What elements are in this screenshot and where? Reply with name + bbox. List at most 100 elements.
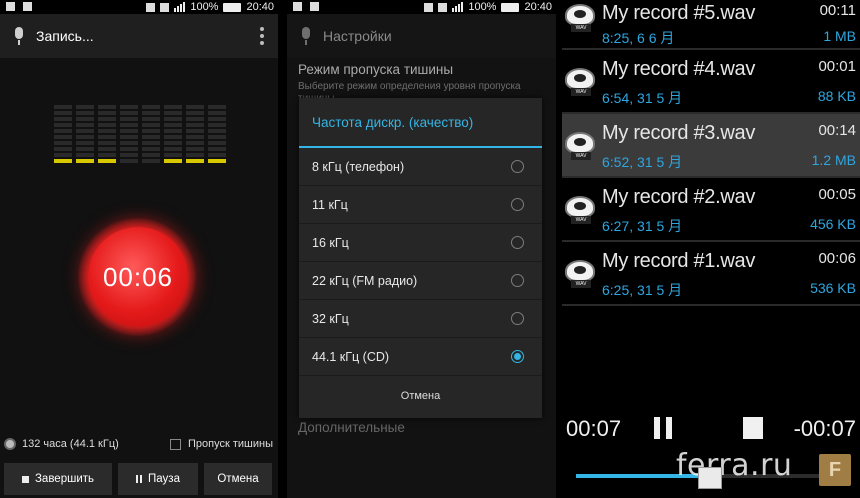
player-controls: 00:07 -00:07 <box>562 412 860 452</box>
option-label: 44.1 кГц (CD) <box>312 349 390 364</box>
record-button[interactable]: 00:06 <box>88 227 188 327</box>
meter-cell <box>208 105 226 109</box>
radio-button[interactable] <box>511 274 524 287</box>
meter-cell <box>98 147 116 151</box>
vibrate-icon <box>146 2 156 12</box>
setting-advanced[interactable]: Дополнительные <box>298 420 405 435</box>
stop-icon[interactable] <box>743 417 763 439</box>
wav-file-icon: WAV <box>565 128 597 162</box>
meter-cell <box>164 153 182 157</box>
record-name: My record #3.wav <box>602 122 756 144</box>
meter-cell <box>208 135 226 139</box>
skip-silence-label[interactable]: Пропуск тишины <box>188 438 273 450</box>
sample-rate-option[interactable]: 11 кГц <box>299 186 542 224</box>
microphone-icon <box>295 25 317 47</box>
record-item[interactable]: WAV My record #2.wav 6:27, 31 5 月 00:05 456 … <box>562 178 860 242</box>
meter-cell <box>142 117 160 121</box>
sample-rate-option[interactable]: 44.1 кГц (CD) <box>299 338 542 376</box>
meter-cell <box>76 141 94 145</box>
meter-cell <box>120 153 138 157</box>
record-size: 88 KB <box>817 88 856 104</box>
meter-cell <box>120 123 138 127</box>
status-bar: 100% 20:40 <box>287 0 556 14</box>
radio-button[interactable] <box>511 350 524 363</box>
meter-cell <box>142 111 160 115</box>
meter-cell <box>120 147 138 151</box>
vibrate-icon <box>424 2 434 12</box>
meter-cell <box>98 123 116 127</box>
finish-button[interactable]: Завершить <box>4 463 112 495</box>
meter-cell <box>208 141 226 145</box>
meter-cell <box>186 123 204 127</box>
radio-button[interactable] <box>511 312 524 325</box>
meter-cell <box>54 159 72 163</box>
sample-rate-option[interactable]: 32 кГц <box>299 300 542 338</box>
meter-cell <box>76 147 94 151</box>
seek-thumb[interactable] <box>698 467 722 489</box>
radio-button[interactable] <box>511 160 524 173</box>
meter-column <box>186 105 204 163</box>
pause-button-label: Пауза <box>148 473 180 485</box>
meter-cell <box>186 141 204 145</box>
skip-silence-checkbox[interactable] <box>170 438 181 450</box>
record-name: My record #1.wav <box>602 250 756 272</box>
meter-cell <box>54 117 72 121</box>
meter-cell <box>98 111 116 115</box>
meter-cell <box>98 153 116 157</box>
meter-cell <box>164 135 182 139</box>
meter-cell <box>120 105 138 109</box>
record-size: 536 KB <box>810 280 856 296</box>
meter-cell <box>120 117 138 121</box>
watermark-text: ferra.ru <box>676 448 793 483</box>
meter-cell <box>76 105 94 109</box>
dialog-title: Частота дискр. (качество) <box>299 98 542 148</box>
meter-cell <box>54 135 72 139</box>
meter-cell <box>186 135 204 139</box>
dialog-cancel-button[interactable]: Отмена <box>299 376 542 416</box>
meter-cell <box>164 129 182 133</box>
meter-cell <box>208 153 226 157</box>
wifi-icon <box>438 2 448 12</box>
meter-cell <box>54 153 72 157</box>
meter-column <box>142 105 160 163</box>
record-item[interactable]: WAV My record #1.wav 6:25, 31 5 月 00:06 536 … <box>562 242 860 306</box>
records-list: WAV My record #5.wav 8:25, 6 6 月 00:11 1 MB W… <box>562 0 860 306</box>
record-item[interactable]: WAV My record #3.wav 6:52, 31 5 月 00:14 1.2 … <box>562 114 860 178</box>
meter-cell <box>54 129 72 133</box>
cancel-button[interactable]: Отмена <box>204 463 272 495</box>
record-date: 6:52, 31 5 月 <box>602 154 683 170</box>
meter-cell <box>54 141 72 145</box>
meter-cell <box>76 129 94 133</box>
record-item[interactable]: WAV My record #5.wav 8:25, 6 6 月 00:11 1 MB <box>562 0 860 50</box>
meter-cell <box>98 159 116 163</box>
meter-cell <box>186 129 204 133</box>
meter-cell <box>186 147 204 151</box>
record-size: 1 MB <box>823 28 856 44</box>
meter-cell <box>186 105 204 109</box>
record-item[interactable]: WAV My record #4.wav 6:54, 31 5 月 00:01 88 K… <box>562 50 860 114</box>
overflow-menu-icon[interactable] <box>260 27 264 45</box>
option-label: 8 кГц (телефон) <box>312 159 405 174</box>
option-label: 16 кГц <box>312 235 349 250</box>
meter-cell <box>120 135 138 139</box>
page-title: Настройки <box>323 28 392 44</box>
sample-rate-option[interactable]: 8 кГц (телефон) <box>299 148 542 186</box>
meter-cell <box>120 159 138 163</box>
meter-cell <box>208 111 226 115</box>
pause-icon[interactable] <box>654 417 672 439</box>
record-duration: 00:05 <box>818 186 856 203</box>
record-duration: 00:11 <box>819 2 856 19</box>
info-row: 132 часа (44.1 кГц) Пропуск тишины <box>4 435 274 453</box>
pause-icon <box>136 475 143 483</box>
radio-button[interactable] <box>511 198 524 211</box>
sample-rate-option[interactable]: 22 кГц (FM радио) <box>299 262 542 300</box>
meter-cell <box>120 141 138 145</box>
record-timer: 00:06 <box>102 261 174 292</box>
radio-button[interactable] <box>511 236 524 249</box>
setting-title[interactable]: Режим пропуска тишины <box>298 62 453 77</box>
meter-cell <box>142 147 160 151</box>
record-duration: 00:06 <box>818 250 856 267</box>
playback-remaining: -00:07 <box>793 416 856 441</box>
sample-rate-option[interactable]: 16 кГц <box>299 224 542 262</box>
pause-button[interactable]: Пауза <box>118 463 198 495</box>
